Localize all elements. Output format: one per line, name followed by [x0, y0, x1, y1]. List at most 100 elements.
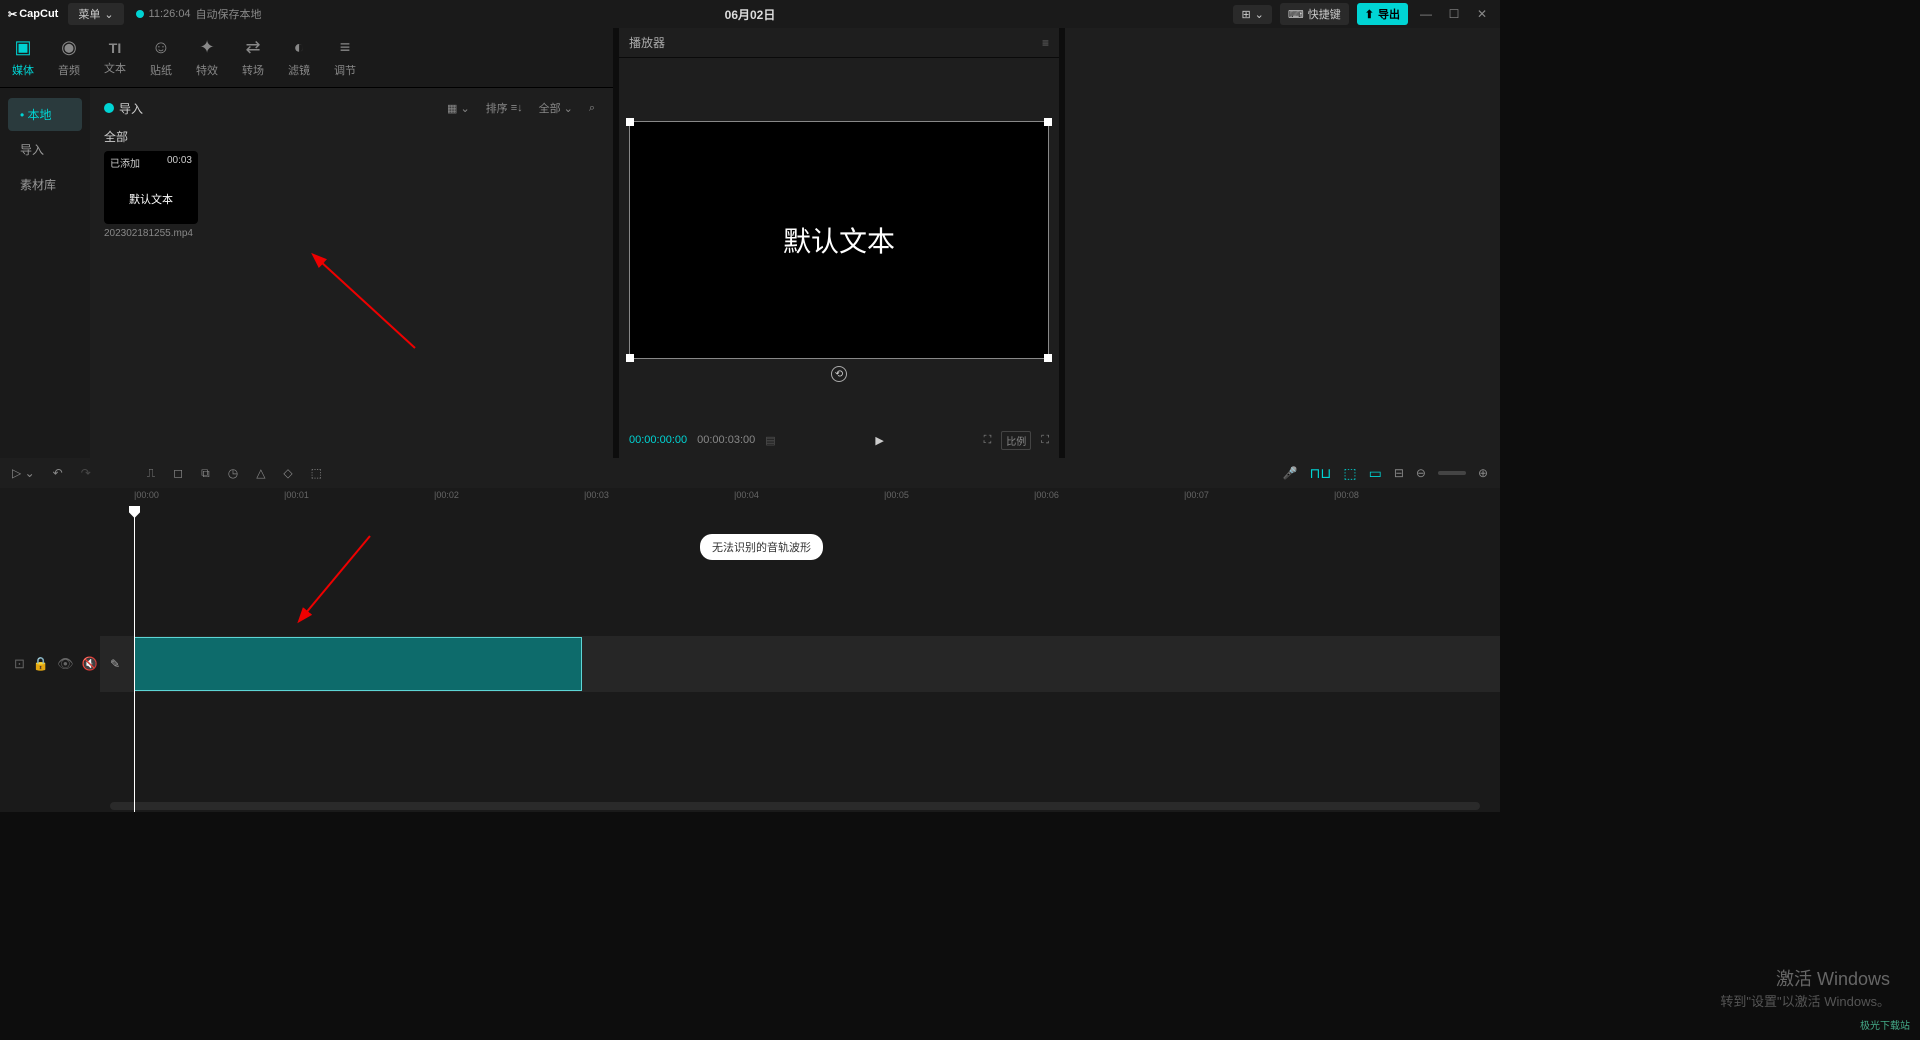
tab-sticker[interactable]: ☺贴纸: [138, 28, 184, 87]
mute-icon[interactable]: 🔇: [82, 656, 98, 672]
resize-handle[interactable]: [626, 354, 634, 362]
speed-tool[interactable]: ◷: [228, 466, 238, 480]
tab-effect[interactable]: ✦特效: [184, 28, 230, 87]
playhead[interactable]: [134, 506, 135, 812]
import-label: 导入: [119, 100, 143, 117]
ratio-button[interactable]: 比例: [1001, 431, 1031, 450]
filter-button[interactable]: 全部 ⌄: [535, 98, 577, 118]
media-icon: ▣: [14, 37, 31, 58]
tab-adjust[interactable]: ≡调节: [322, 28, 368, 87]
autosave-time: 11:26:04: [149, 8, 191, 20]
align-button[interactable]: ⊟: [1394, 466, 1404, 480]
export-button[interactable]: ⬆ 导出: [1357, 3, 1408, 25]
timeline-scrollbar[interactable]: [110, 802, 1480, 810]
chevron-down-icon: ⌄: [1255, 8, 1264, 21]
timeline-ruler[interactable]: |00:00 |00:01 |00:02 |00:03 |00:04 |00:0…: [0, 488, 1500, 506]
tab-audio[interactable]: ◉音频: [46, 28, 92, 87]
timeline-tooltip: 无法识别的音轨波形: [700, 534, 823, 560]
link-button[interactable]: ⬚: [1343, 465, 1356, 482]
project-title: 06月02日: [725, 6, 776, 23]
media-sidebar: • 本地 导入 素材库: [0, 88, 90, 458]
sidebar-item-library[interactable]: 素材库: [8, 168, 82, 201]
crop-icon[interactable]: ⛶: [984, 434, 992, 447]
ruler-mark: |00:07: [1184, 490, 1209, 500]
split-tool[interactable]: ⎍: [147, 466, 155, 481]
tab-label: 调节: [334, 62, 356, 78]
ruler-mark: |00:06: [1034, 490, 1059, 500]
text-icon: TI: [109, 40, 121, 56]
redo-button[interactable]: ↷: [81, 466, 91, 480]
track-toggle-icon[interactable]: ⊡: [14, 656, 25, 672]
player-menu-button[interactable]: ≡: [1042, 36, 1049, 50]
close-button[interactable]: ✕: [1472, 4, 1492, 24]
tab-transition[interactable]: ⇄转场: [230, 28, 276, 87]
magnet-button[interactable]: ⊓⊔: [1309, 465, 1331, 482]
crop2-tool[interactable]: ⬚: [311, 466, 322, 480]
undo-button[interactable]: ↶: [53, 466, 63, 480]
main-area: ▣媒体 ◉音频 TI文本 ☺贴纸 ✦特效 ⇄转场 ◐滤镜 ≡调节 • 本地 导入…: [0, 28, 1500, 458]
media-thumbnail[interactable]: 已添加 00:03 默认文本: [104, 151, 198, 224]
playhead-handle[interactable]: [129, 506, 140, 518]
lock-icon[interactable]: 🔒: [33, 656, 49, 672]
view-grid-button[interactable]: ▦ ⌄: [443, 100, 474, 117]
logo-icon: ✂: [8, 8, 17, 21]
select-tool[interactable]: ▷ ⌄: [12, 466, 35, 480]
timeline-body[interactable]: 无法识别的音轨波形 ⊡ 🔒 👁 🔇 ✎: [0, 506, 1500, 812]
chevron-down-icon: ⌄: [104, 8, 113, 21]
resize-handle[interactable]: [1044, 118, 1052, 126]
autosave-text: 自动保存本地: [196, 6, 262, 22]
watermark-title: 激活 Windows: [1720, 965, 1890, 991]
tab-label: 贴纸: [150, 62, 172, 78]
sidebar-label: 本地: [28, 108, 52, 122]
mic-icon[interactable]: 🎤: [1283, 466, 1298, 480]
maximize-button[interactable]: ☐: [1444, 4, 1464, 24]
resize-handle[interactable]: [626, 118, 634, 126]
canvas-text[interactable]: 默认文本: [783, 220, 895, 260]
minimize-button[interactable]: —: [1416, 4, 1436, 24]
tab-text[interactable]: TI文本: [92, 28, 138, 87]
sidebar-item-local[interactable]: • 本地: [8, 98, 82, 131]
timeline-toolbar: ▷ ⌄ ↶ ↷ ⎍ ◻ ⧉ ◷ △ ◇ ⬚ 🎤 ⊓⊔ ⬚ ▭ ⊟ ⊖ ⊕: [0, 458, 1500, 488]
thumb-tag: 已添加: [110, 155, 140, 170]
sort-label: 排序: [486, 100, 508, 116]
menu-button[interactable]: 菜单 ⌄: [68, 3, 123, 25]
media-content: 导入 ▦ ⌄ 排序 ≡↓ 全部 ⌄ ⌕ 全部 已添加 00:03 默认文本: [90, 88, 613, 458]
windows-watermark: 激活 Windows 转到"设置"以激活 Windows。: [1720, 965, 1890, 1010]
thumb-preview: 默认文本: [104, 174, 198, 224]
tab-media[interactable]: ▣媒体: [0, 28, 46, 87]
crop-tool[interactable]: ◻: [173, 466, 183, 480]
video-clip[interactable]: [134, 637, 582, 691]
tab-filter[interactable]: ◐滤镜: [276, 28, 322, 87]
list-icon[interactable]: ▤: [765, 434, 775, 447]
tab-label: 特效: [196, 62, 218, 78]
sidebar-item-import[interactable]: 导入: [8, 133, 82, 166]
rotate-handle[interactable]: ⟲: [831, 366, 847, 382]
zoom-out-button[interactable]: ⊖: [1416, 466, 1426, 480]
fullscreen-icon[interactable]: ⛶: [1041, 434, 1049, 447]
ruler-mark: |00:01: [284, 490, 309, 500]
player-canvas[interactable]: 默认文本 ⟲: [629, 121, 1049, 359]
search-button[interactable]: ⌕: [585, 100, 599, 117]
layout-button[interactable]: ⊞ ⌄: [1233, 5, 1271, 24]
site-watermark: 极光下载站: [1860, 1017, 1910, 1032]
rotate-tool[interactable]: ◇: [283, 466, 292, 480]
zoom-slider[interactable]: [1438, 471, 1466, 475]
sort-button[interactable]: 排序 ≡↓: [482, 98, 527, 118]
search-icon: ⌕: [589, 102, 595, 115]
mirror-tool[interactable]: △: [256, 466, 265, 480]
track-edit-button[interactable]: ✎: [100, 636, 130, 692]
resize-handle[interactable]: [1044, 354, 1052, 362]
play-button[interactable]: ▶: [875, 434, 883, 447]
tab-label: 滤镜: [288, 62, 310, 78]
zoom-in-button[interactable]: ⊕: [1478, 466, 1488, 480]
keyboard-icon: ⌨: [1288, 8, 1304, 21]
copy-tool[interactable]: ⧉: [201, 466, 210, 481]
ruler-mark: |00:05: [884, 490, 909, 500]
eye-icon[interactable]: 👁: [57, 656, 74, 672]
shortcut-button[interactable]: ⌨ 快捷键: [1280, 3, 1349, 25]
top-tabs: ▣媒体 ◉音频 TI文本 ☺贴纸 ✦特效 ⇄转场 ◐滤镜 ≡调节: [0, 28, 613, 88]
autosave-dot-icon: [136, 10, 144, 18]
import-button[interactable]: 导入: [104, 100, 143, 117]
preview-button[interactable]: ▭: [1369, 465, 1382, 482]
track-lane[interactable]: [130, 636, 1500, 692]
